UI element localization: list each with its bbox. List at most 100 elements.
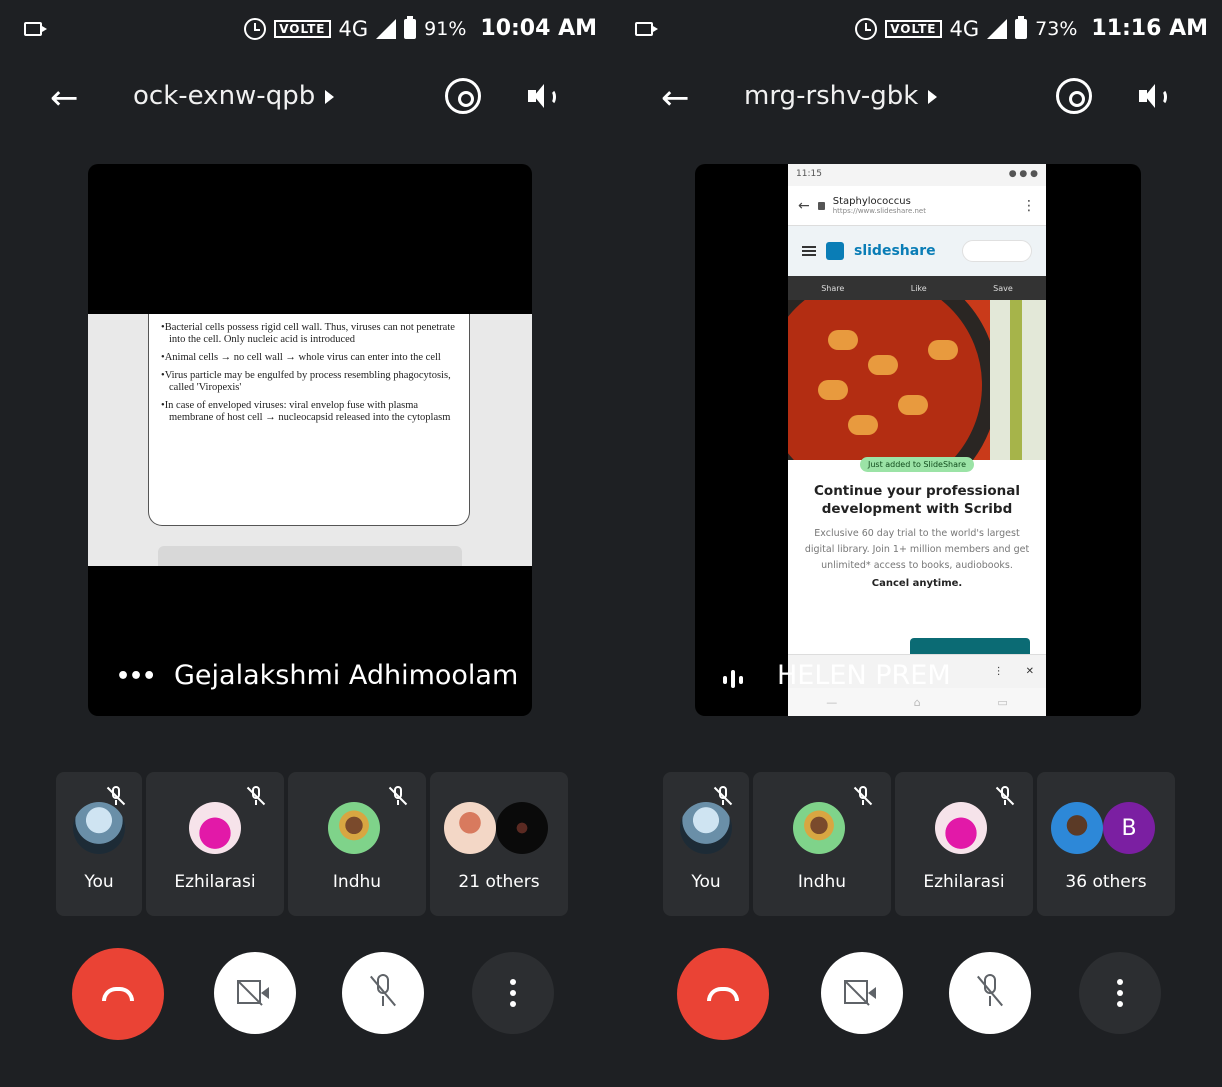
- browser-url-bar: ← Staphylococcus https://www.slideshare.…: [788, 186, 1046, 226]
- more-vert-icon: [510, 979, 516, 1007]
- close-icon: ✕: [1025, 666, 1034, 677]
- page-title: Staphylococcus: [832, 196, 911, 207]
- caret-right-icon: [325, 89, 335, 104]
- slideshare-logo-icon: [826, 242, 844, 260]
- avatar: [793, 802, 845, 854]
- page-url: https://www.slideshare.net: [832, 207, 926, 215]
- share-like-save-bar: Share Like Save: [788, 276, 1046, 300]
- participant-card[interactable]: You: [56, 772, 142, 916]
- call-controls: [0, 944, 611, 1044]
- participant-card[interactable]: Indhu: [753, 772, 891, 916]
- promo-cta: [910, 638, 1030, 654]
- mic-toggle-button[interactable]: [342, 952, 424, 1034]
- camera-in-use-icon: [24, 22, 47, 36]
- volte-badge: VOLTE: [885, 19, 942, 38]
- end-call-button[interactable]: [677, 948, 769, 1040]
- avatar: [680, 802, 732, 854]
- switch-camera-icon[interactable]: [1056, 78, 1092, 114]
- more-vert-icon: ⋮: [1022, 197, 1036, 214]
- like-action: Like: [910, 283, 927, 293]
- speaker-icon[interactable]: [1139, 84, 1169, 110]
- status-bar: VOLTE 4G 91% 10:04 AM: [0, 0, 611, 64]
- participant-card-others[interactable]: B 36 others: [1037, 772, 1175, 916]
- participant-name: Indhu: [797, 872, 847, 892]
- speaker-icon[interactable]: [528, 84, 558, 110]
- end-call-icon: [102, 987, 134, 1001]
- save-action: Save: [993, 283, 1013, 293]
- switch-camera-icon[interactable]: [445, 78, 481, 114]
- speaker-name: Gejalakshmi Adhimoolam: [174, 660, 519, 691]
- avatar: [73, 802, 125, 854]
- participant-card-others[interactable]: 21 others: [430, 772, 568, 916]
- mic-off-icon: [995, 786, 1015, 806]
- more-options-button[interactable]: [472, 952, 554, 1034]
- slide-bullet: Bacterial cells possess rigid cell wall.…: [161, 322, 459, 346]
- site-logo: slideshare: [854, 243, 936, 259]
- back-arrow-icon[interactable]: ←: [661, 80, 690, 116]
- back-arrow-icon: ←: [798, 197, 810, 214]
- promo-cancel-note: Cancel anytime.: [871, 578, 963, 589]
- mic-off-icon: [713, 786, 733, 806]
- participant-name: Ezhilarasi: [174, 872, 256, 892]
- videocam-off-icon: [237, 980, 269, 1006]
- search-field: [962, 240, 1032, 262]
- promo-body: Exclusive 60 day trial to the world's la…: [804, 528, 1030, 571]
- network-type: 4G: [949, 16, 980, 41]
- mic-toggle-button[interactable]: [949, 952, 1031, 1034]
- meet-call-left: VOLTE 4G 91% 10:04 AM ← ock-exnw-qpb Bac…: [0, 0, 611, 1087]
- avatar: B: [1103, 802, 1155, 854]
- participant-card[interactable]: Ezhilarasi: [146, 772, 284, 916]
- audio-level-icon: [723, 670, 745, 690]
- battery-percent: 91%: [424, 17, 467, 40]
- menu-icon: [802, 246, 816, 256]
- participant-card[interactable]: Ezhilarasi: [895, 772, 1033, 916]
- avatar: [444, 802, 496, 854]
- more-options-button[interactable]: [1079, 952, 1161, 1034]
- mic-off-icon: [853, 786, 873, 806]
- participant-name: You: [84, 872, 114, 892]
- shared-phone-screen: 11:15 ● ● ● ← Staphylococcus https://www.…: [788, 164, 1046, 716]
- avatar: [1051, 802, 1103, 854]
- videocam-off-icon: [844, 980, 876, 1006]
- alarm-icon: [244, 17, 267, 40]
- call-controls: [611, 944, 1222, 1044]
- participant-name: 36 others: [1065, 872, 1147, 892]
- participant-name: You: [691, 872, 721, 892]
- end-call-button[interactable]: [72, 948, 164, 1040]
- status-bar: VOLTE 4G 73% 11:16 AM: [611, 0, 1222, 64]
- promo-headline: Continue your professional development w…: [814, 483, 1020, 517]
- camera-in-use-icon: [635, 22, 658, 36]
- call-header: ← ock-exnw-qpb: [0, 64, 611, 134]
- back-arrow-icon[interactable]: ←: [50, 80, 79, 116]
- alarm-icon: [855, 17, 878, 40]
- avatar: [189, 802, 241, 854]
- participant-name: 21 others: [458, 872, 540, 892]
- clock: 11:16 AM: [1091, 16, 1208, 41]
- main-video-tile[interactable]: Bacterial cells possess rigid cell wall.…: [88, 164, 532, 716]
- signal-icon: [987, 18, 1008, 39]
- meeting-code[interactable]: mrg-rshv-gbk: [744, 81, 938, 111]
- phone-status-time: 11:15: [796, 169, 822, 179]
- camera-toggle-button[interactable]: [821, 952, 903, 1034]
- phone-nav-bar: — ⌂ ▭: [788, 688, 1046, 716]
- participant-card[interactable]: Indhu: [288, 772, 426, 916]
- mic-off-icon: [388, 786, 408, 806]
- main-video-tile[interactable]: 11:15 ● ● ● ← Staphylococcus https://www.…: [695, 164, 1141, 716]
- caret-right-icon: [928, 89, 938, 104]
- more-horiz-icon: •••: [116, 664, 156, 689]
- more-vert-icon: [1117, 979, 1123, 1007]
- slide-bullet: Animal cells → no cell wall → whole viru…: [161, 352, 459, 364]
- meeting-code[interactable]: ock-exnw-qpb: [133, 81, 335, 111]
- call-header: ← mrg-rshv-gbk: [611, 64, 1222, 134]
- avatar: [935, 802, 987, 854]
- new-badge: Just added to SlideShare: [859, 457, 975, 472]
- meet-call-right: VOLTE 4G 73% 11:16 AM ← mrg-rshv-gbk 11:…: [611, 0, 1222, 1087]
- mic-off-icon: [977, 974, 1003, 1010]
- speaker-name: HELEN PREM: [777, 660, 951, 691]
- slide-image: [788, 300, 1046, 460]
- camera-toggle-button[interactable]: [214, 952, 296, 1034]
- site-header: slideshare: [788, 226, 1046, 276]
- participant-card[interactable]: You: [663, 772, 749, 916]
- participant-name: Ezhilarasi: [923, 872, 1005, 892]
- slide-bullet: Virus particle may be engulfed by proces…: [161, 370, 459, 394]
